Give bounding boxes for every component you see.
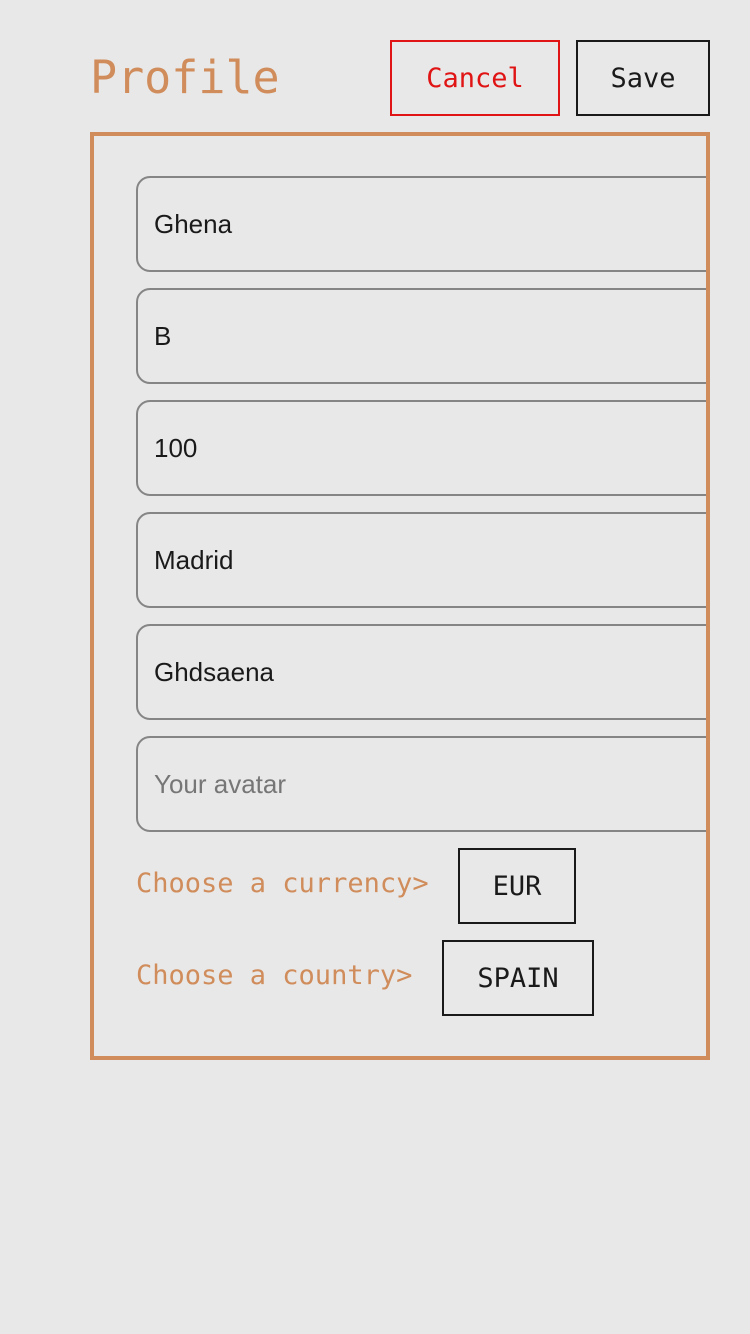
city-field[interactable] (136, 512, 706, 608)
currency-select-button[interactable]: EUR (458, 848, 576, 924)
username-field[interactable] (136, 624, 706, 720)
profile-form: Choose a currency> EUR Choose a country>… (90, 132, 710, 1060)
page-title: Profile (90, 51, 280, 104)
country-label: Choose a country> (136, 960, 413, 991)
currency-label: Choose a currency> (136, 868, 429, 899)
age-field[interactable] (136, 400, 706, 496)
country-select-button[interactable]: SPAIN (442, 940, 594, 1016)
cancel-button[interactable]: Cancel (390, 40, 560, 116)
last-name-field[interactable] (136, 288, 706, 384)
save-button[interactable]: Save (576, 40, 710, 116)
avatar-field[interactable] (136, 736, 706, 832)
first-name-field[interactable] (136, 176, 706, 272)
